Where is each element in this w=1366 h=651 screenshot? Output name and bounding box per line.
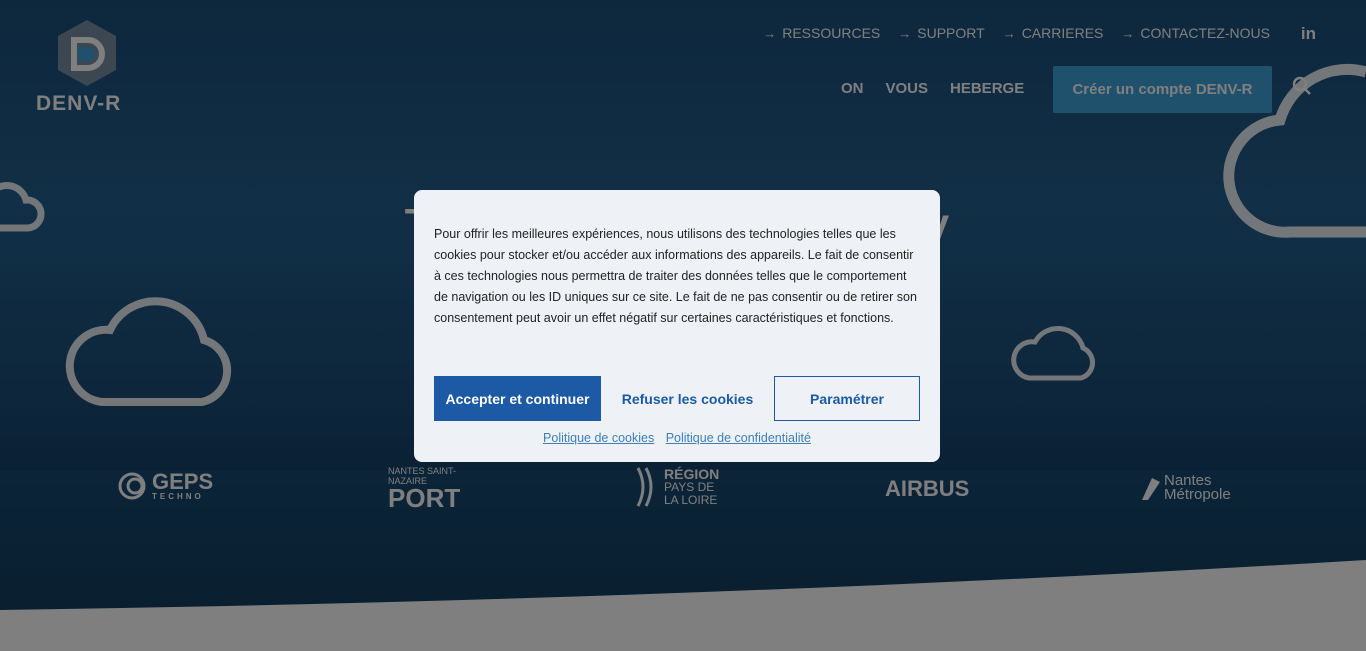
cookie-text: Pour offrir les meilleures expériences, … [434, 227, 917, 325]
privacy-policy-link[interactable]: Politique de confidentialité [666, 431, 811, 445]
accept-cookies-button[interactable]: Accepter et continuer [434, 376, 601, 421]
refuse-cookies-button[interactable]: Refuser les cookies [608, 376, 768, 421]
cookie-links: Politique de cookies Politique de confid… [414, 431, 940, 445]
cookie-settings-button[interactable]: Paramétrer [774, 376, 920, 421]
cookie-consent-modal: Pour offrir les meilleures expériences, … [414, 190, 940, 462]
cookie-policy-link[interactable]: Politique de cookies [543, 431, 654, 445]
cookie-buttons: Accepter et continuer Refuser les cookie… [434, 376, 920, 421]
